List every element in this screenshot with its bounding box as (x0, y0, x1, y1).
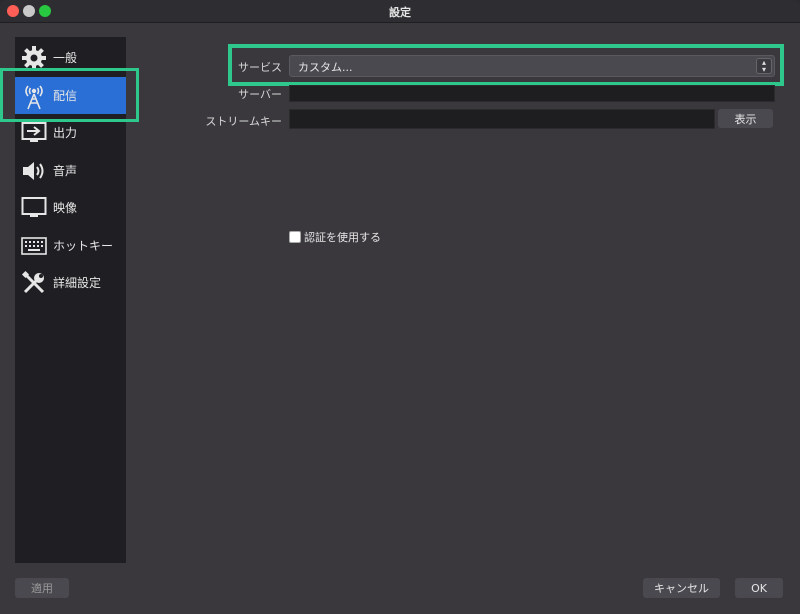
sidebar-item-audio[interactable]: 音声 (15, 152, 126, 189)
display-icon (19, 193, 49, 223)
keyboard-icon (19, 231, 49, 261)
sidebar-selection-highlight (0, 68, 139, 122)
apply-button[interactable]: 適用 (15, 578, 69, 598)
sidebar-item-label: 音声 (53, 164, 78, 178)
sidebar-item-label: 映像 (53, 201, 78, 215)
speaker-icon (19, 156, 49, 186)
server-input[interactable] (289, 85, 775, 102)
use-auth-checkbox[interactable] (289, 231, 301, 243)
cancel-button[interactable]: キャンセル (643, 578, 720, 598)
sidebar-item-label: 一般 (53, 51, 78, 65)
ok-button[interactable]: OK (735, 578, 783, 598)
sidebar-item-video[interactable]: 映像 (15, 189, 126, 226)
window-title: 設定 (389, 6, 411, 19)
sidebar-item-advanced[interactable]: 詳細設定 (15, 264, 126, 301)
service-row-highlight (228, 44, 784, 86)
show-key-button[interactable]: 表示 (718, 109, 773, 128)
stream-key-input[interactable] (289, 109, 715, 129)
sidebar-item-label: ホットキー (53, 239, 114, 253)
server-label: サーバー (238, 88, 282, 101)
title-bar: 設定 (0, 0, 800, 23)
settings-window: 設定 一般 配信 出力 音声 映像 ホットキー 詳細設定 サービス カスタム..… (0, 0, 800, 614)
output-monitor-icon (19, 118, 49, 148)
sidebar-item-label: 出力 (53, 126, 78, 140)
stream-key-label: ストリームキー (205, 115, 282, 128)
tools-icon (19, 268, 49, 298)
use-auth-label: 認証を使用する (304, 231, 381, 244)
sidebar-item-hotkeys[interactable]: ホットキー (15, 227, 126, 264)
sidebar-item-label: 詳細設定 (53, 276, 102, 290)
